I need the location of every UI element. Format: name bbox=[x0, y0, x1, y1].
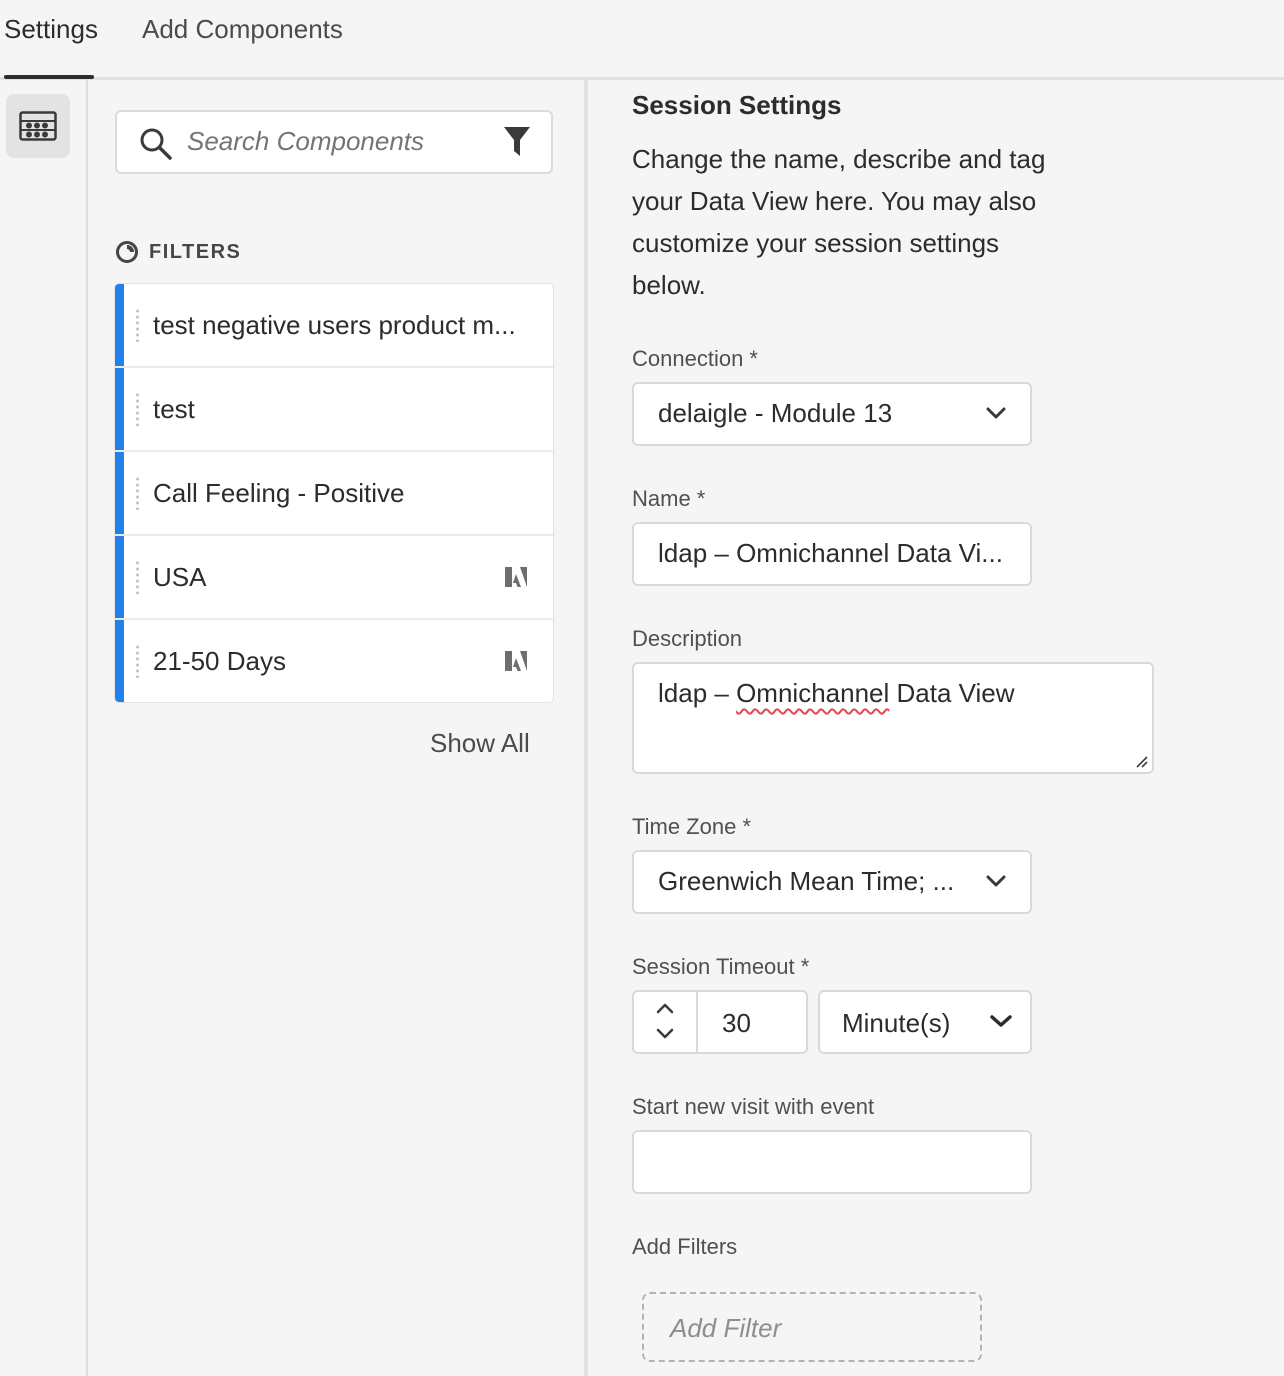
stepper-arrows bbox=[634, 992, 698, 1052]
connection-label: Connection * bbox=[632, 346, 758, 371]
active-tab-indicator bbox=[4, 75, 94, 79]
list-item-label: USA bbox=[153, 562, 207, 592]
search-input[interactable] bbox=[187, 126, 487, 157]
timeout-unit-dropdown[interactable]: Minute(s) bbox=[818, 990, 1032, 1054]
list-item-label: test negative users product m... bbox=[153, 310, 516, 340]
time-zone-value: Greenwich Mean Time; ... bbox=[658, 866, 955, 896]
drag-handle[interactable] bbox=[136, 308, 139, 342]
show-all-link[interactable]: Show All bbox=[430, 728, 530, 759]
components-panel-icon bbox=[19, 111, 57, 141]
tab-add-components[interactable]: Add Components bbox=[142, 14, 343, 45]
resize-handle-icon[interactable] bbox=[1134, 754, 1148, 768]
filters-heading: FILTERS bbox=[149, 240, 242, 263]
start-event-field[interactable] bbox=[632, 1130, 1032, 1194]
session-settings-panel: Session Settings Change the name, descri… bbox=[588, 80, 1284, 1376]
list-item[interactable]: test bbox=[115, 368, 553, 452]
drag-handle[interactable] bbox=[136, 392, 139, 426]
list-item[interactable]: test negative users product m... bbox=[115, 284, 553, 368]
tab-settings[interactable]: Settings bbox=[4, 14, 98, 45]
list-item-label: 21-50 Days bbox=[153, 646, 286, 676]
list-item[interactable]: Call Feeling - Positive bbox=[115, 452, 553, 536]
list-item[interactable]: 21-50 Days bbox=[115, 620, 553, 702]
adobe-logo-icon bbox=[505, 567, 527, 587]
tab-bar: Settings Add Components bbox=[0, 0, 1284, 80]
description-value: ldap – Omnichannel Data View bbox=[658, 678, 1015, 708]
time-zone-dropdown[interactable]: Greenwich Mean Time; ... bbox=[632, 850, 1032, 914]
stepper-down-icon[interactable] bbox=[656, 1028, 674, 1040]
session-timeout-stepper[interactable]: 30 bbox=[632, 990, 808, 1054]
chevron-down-icon bbox=[986, 407, 1006, 419]
connection-dropdown[interactable]: delaigle - Module 13 bbox=[632, 382, 1032, 446]
item-accent-bar bbox=[115, 620, 124, 702]
filter-funnel-icon[interactable] bbox=[503, 126, 531, 158]
time-zone-label: Time Zone * bbox=[632, 814, 752, 839]
item-accent-bar bbox=[115, 536, 124, 618]
session-timeout-label: Session Timeout * bbox=[632, 954, 810, 979]
add-filters-label: Add Filters bbox=[632, 1234, 738, 1259]
list-item[interactable]: USA bbox=[115, 536, 553, 620]
list-item-label: test bbox=[153, 394, 195, 424]
chevron-down-icon bbox=[986, 875, 1006, 887]
drag-handle[interactable] bbox=[136, 476, 139, 510]
name-label: Name * bbox=[632, 486, 706, 511]
components-panel-button[interactable] bbox=[6, 94, 70, 158]
add-filter-placeholder: Add Filter bbox=[670, 1313, 782, 1343]
list-item-label: Call Feeling - Positive bbox=[153, 478, 405, 508]
chevron-down-icon bbox=[990, 1015, 1012, 1027]
filters-list: test negative users product m... test Ca… bbox=[115, 284, 553, 702]
left-rail bbox=[0, 80, 88, 1376]
components-panel: FILTERS test negative users product m...… bbox=[88, 80, 584, 1376]
page-title: Session Settings bbox=[632, 90, 842, 120]
connection-value: delaigle - Module 13 bbox=[658, 398, 893, 428]
settings-description: Change the name, describe and tag your D… bbox=[632, 144, 1046, 300]
item-accent-bar bbox=[115, 368, 124, 450]
search-icon bbox=[140, 128, 172, 160]
search-box[interactable] bbox=[115, 110, 553, 174]
name-value: ldap – Omnichannel Data Vi... bbox=[658, 538, 1003, 568]
session-timeout-value: 30 bbox=[722, 1008, 751, 1038]
filters-section-header: FILTERS bbox=[115, 240, 241, 264]
description-textarea[interactable]: ldap – Omnichannel Data View bbox=[632, 662, 1154, 774]
timeout-unit-value: Minute(s) bbox=[842, 1008, 951, 1038]
start-event-label: Start new visit with event bbox=[632, 1094, 875, 1119]
drag-handle[interactable] bbox=[136, 644, 139, 678]
item-accent-bar bbox=[115, 284, 124, 366]
adobe-logo-icon bbox=[505, 651, 527, 671]
stepper-up-icon[interactable] bbox=[656, 1002, 674, 1014]
filter-segment-icon bbox=[116, 241, 138, 263]
description-label: Description bbox=[632, 626, 743, 651]
drag-handle[interactable] bbox=[136, 560, 139, 594]
item-accent-bar bbox=[115, 452, 124, 534]
name-field[interactable]: ldap – Omnichannel Data Vi... bbox=[632, 522, 1032, 586]
add-filter-dropzone[interactable]: Add Filter bbox=[642, 1292, 982, 1362]
